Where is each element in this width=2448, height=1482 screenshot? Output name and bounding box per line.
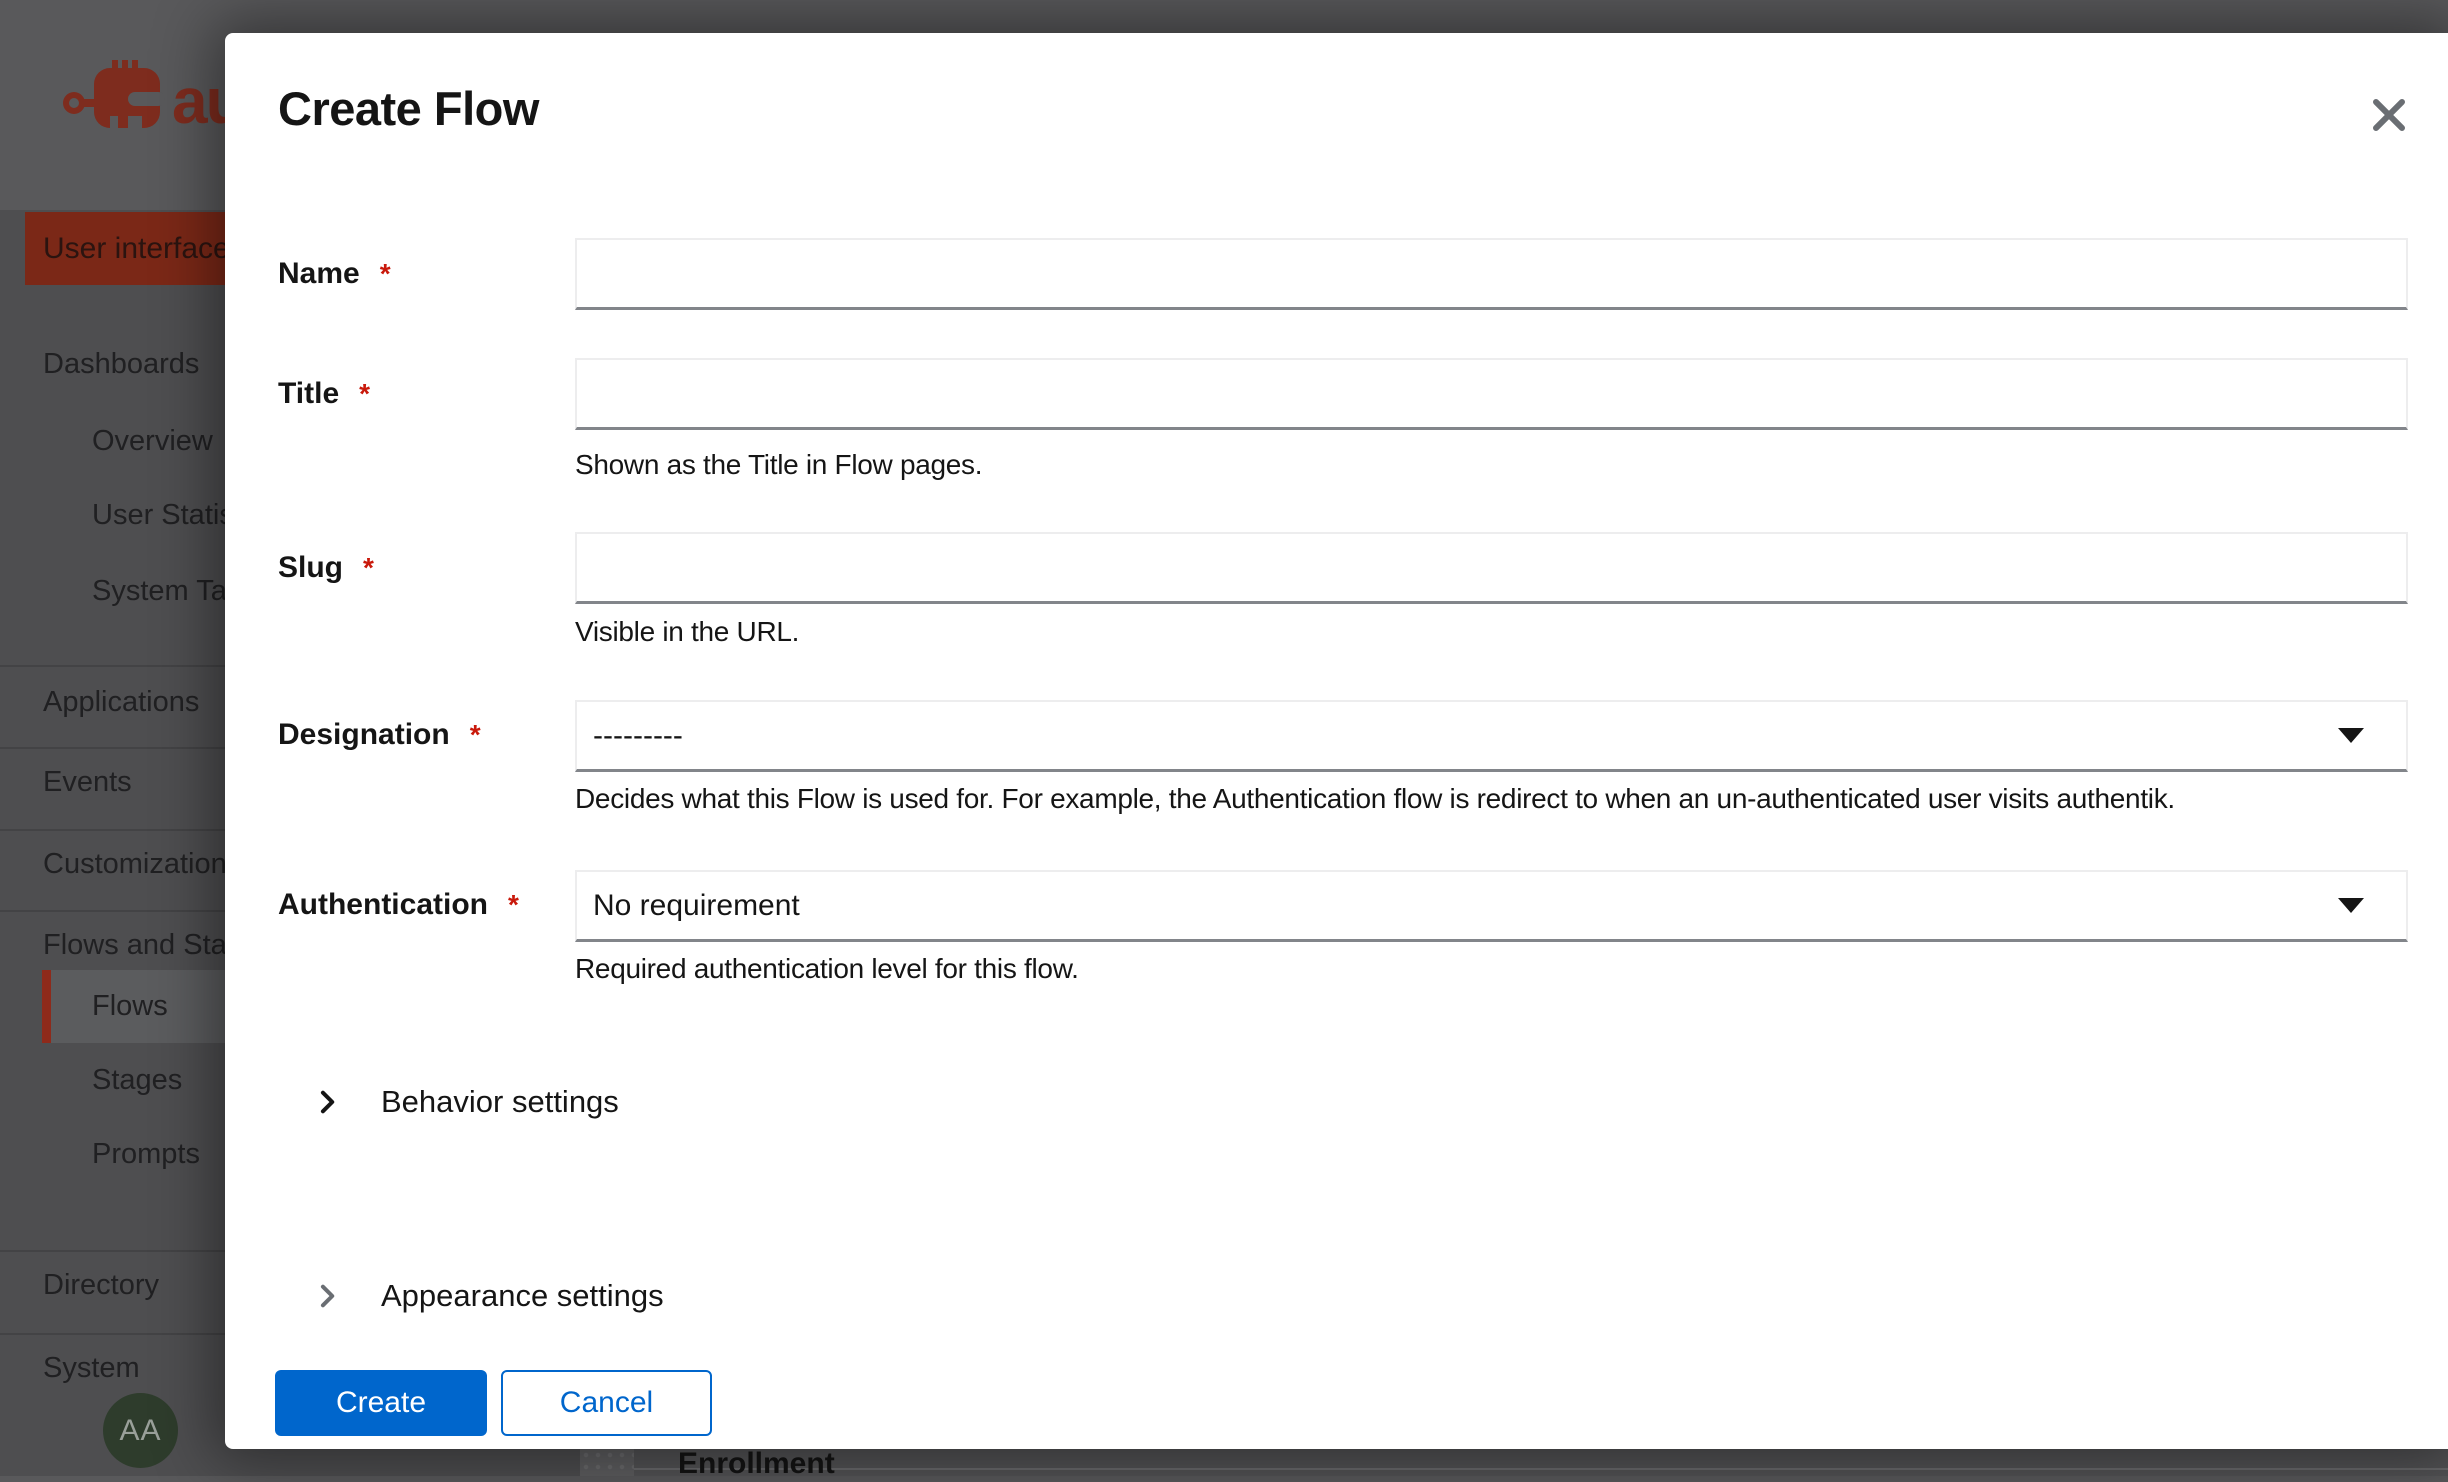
sidebar-item-prompts[interactable]: Prompts — [92, 1136, 200, 1172]
behavior-settings-toggle[interactable]: Behavior settings — [313, 1082, 619, 1122]
name-label: Name* — [278, 256, 391, 292]
chevron-right-icon — [313, 1282, 341, 1310]
sidebar-item-directory[interactable]: Directory — [43, 1267, 159, 1303]
sidebar-item-dashboards[interactable]: Dashboards — [43, 346, 199, 382]
sidebar-item-customization[interactable]: Customization — [43, 846, 227, 882]
create-button[interactable]: Create — [275, 1370, 487, 1436]
required-asterisk: * — [508, 889, 519, 920]
authentication-helper-text: Required authentication level for this f… — [575, 952, 2435, 986]
background-table — [580, 1449, 2448, 1476]
slug-helper-text: Visible in the URL. — [575, 615, 2435, 649]
sidebar-banner-label: User interface — [43, 232, 230, 266]
authentication-selected-value: No requirement — [593, 889, 2338, 923]
designation-label: Designation* — [278, 717, 481, 753]
title-helper-text: Shown as the Title in Flow pages. — [575, 448, 2435, 482]
authentication-label: Authentication* — [278, 887, 519, 923]
sidebar-item-overview[interactable]: Overview — [92, 423, 213, 459]
slug-input[interactable] — [575, 532, 2408, 604]
appearance-settings-toggle[interactable]: Appearance settings — [313, 1276, 664, 1316]
designation-helper-text: Decides what this Flow is used for. For … — [575, 782, 2435, 816]
chevron-right-icon — [313, 1088, 341, 1116]
required-asterisk: * — [380, 258, 391, 289]
user-avatar[interactable]: AA — [103, 1393, 178, 1468]
caret-down-icon — [2338, 728, 2364, 743]
caret-down-icon — [2338, 898, 2364, 913]
background-drag-handle-column — [580, 1449, 634, 1476]
designation-selected-value: --------- — [593, 719, 2338, 753]
sidebar-item-flows[interactable]: Flows — [92, 988, 168, 1024]
sidebar-item-events[interactable]: Events — [43, 764, 132, 800]
title-input[interactable] — [575, 358, 2408, 430]
name-input[interactable] — [575, 238, 2408, 310]
required-asterisk: * — [470, 719, 481, 750]
create-flow-modal: Create Flow Name* Title* Shown as the Ti… — [225, 33, 2448, 1449]
close-icon — [2367, 93, 2411, 137]
modal-title: Create Flow — [278, 81, 539, 136]
required-asterisk: * — [359, 378, 370, 409]
authentication-select[interactable]: No requirement — [575, 870, 2408, 942]
designation-select[interactable]: --------- — [575, 700, 2408, 772]
background-table-row-border — [634, 1468, 2448, 1470]
close-button[interactable] — [2363, 89, 2415, 141]
required-asterisk: * — [363, 552, 374, 583]
slug-label: Slug* — [278, 550, 374, 586]
cancel-button[interactable]: Cancel — [501, 1370, 712, 1436]
title-label: Title* — [278, 376, 370, 412]
sidebar-item-system[interactable]: System — [43, 1350, 140, 1386]
authentik-logo-icon — [60, 60, 165, 144]
sidebar-item-applications[interactable]: Applications — [43, 684, 199, 720]
sidebar-item-stages[interactable]: Stages — [92, 1062, 182, 1098]
background-row-enrollment: Enrollment — [678, 1446, 835, 1482]
